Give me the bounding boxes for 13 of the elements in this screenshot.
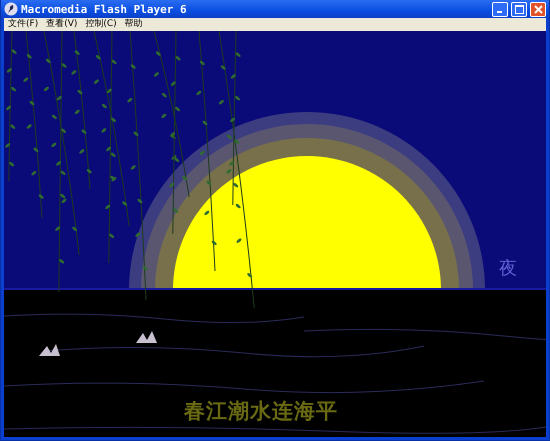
maximize-icon bbox=[514, 4, 524, 14]
close-button[interactable] bbox=[530, 2, 546, 16]
maximize-button[interactable] bbox=[511, 2, 527, 16]
flash-app-icon bbox=[4, 2, 18, 16]
window-title: Macromedia Flash Player 6 bbox=[21, 2, 188, 16]
menu-item[interactable]: 查看(V) bbox=[46, 19, 78, 30]
poem-line: 春江潮水连海平 bbox=[184, 398, 338, 425]
stage-text: 夜 bbox=[499, 257, 517, 280]
menu-item[interactable]: 控制(C) bbox=[85, 19, 117, 30]
menu-item[interactable]: 文件(F) bbox=[8, 19, 38, 30]
close-icon bbox=[534, 4, 542, 14]
menu-item[interactable]: 帮助 bbox=[124, 19, 143, 30]
minimize-button[interactable] bbox=[492, 2, 508, 16]
